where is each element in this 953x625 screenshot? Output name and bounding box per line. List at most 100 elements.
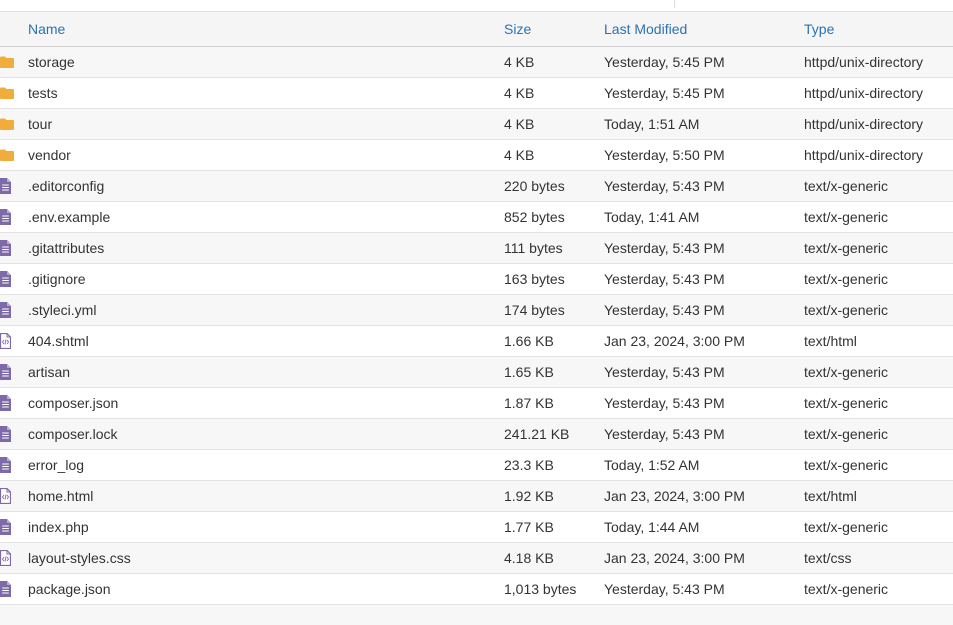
file-table: Name Size Last Modified Type storage 4 KB… [0,12,953,625]
table-row[interactable]: .env.example 852 bytes Today, 1:41 AM text/… [0,202,953,233]
file-name[interactable]: storage [28,47,75,77]
code-file-icon [0,543,20,573]
file-size: 163 bytes [504,271,565,287]
file-type: text/x-generic [804,426,889,442]
file-last-modified: Today, 1:44 AM [604,519,700,535]
file-name[interactable]: composer.json [28,388,118,418]
table-row[interactable]: layout-styles.css 4.18 KB Jan 23, 2024, 3:… [0,543,953,574]
file-last-modified: Yesterday, 5:43 PM [604,581,725,597]
file-name[interactable]: .gitattributes [28,233,104,263]
file-name[interactable]: tests [28,78,58,108]
file-name[interactable]: tour [28,109,52,139]
text-file-icon [0,264,20,294]
table-row[interactable]: composer.lock 241.21 KB Yesterday, 5:43 PM… [0,419,953,450]
column-header-last-modified[interactable]: Last Modified [604,12,687,46]
file-last-modified: Yesterday, 5:43 PM [604,302,725,318]
file-size: 174 bytes [504,302,565,318]
file-name[interactable]: layout-styles.css [28,543,131,573]
file-type: text/x-generic [804,209,889,225]
table-row[interactable]: artisan 1.65 KB Yesterday, 5:43 PM text/x-g… [0,357,953,388]
text-file-icon [0,512,20,542]
file-name[interactable]: .gitignore [28,264,86,294]
file-name[interactable]: .editorconfig [28,171,104,201]
table-header: Name Size Last Modified Type [0,12,953,47]
text-file-icon [0,202,20,232]
table-row[interactable]: .gitattributes 111 bytes Yesterday, 5:43 P… [0,233,953,264]
file-last-modified: Yesterday, 5:50 PM [604,147,725,163]
table-row[interactable]: composer.json 1.87 KB Yesterday, 5:43 PM te… [0,388,953,419]
file-last-modified: Today, 1:51 AM [604,116,700,132]
file-type: text/html [804,488,857,504]
file-last-modified: Jan 23, 2024, 3:00 PM [604,550,745,566]
file-type: text/x-generic [804,364,889,380]
text-file-icon [0,388,20,418]
file-type: text/x-generic [804,271,889,287]
file-size: 111 bytes [504,240,563,256]
text-file-icon [0,574,20,604]
file-type: text/x-generic [804,178,889,194]
file-name[interactable]: composer.lock [28,419,117,449]
column-header-size[interactable]: Size [504,12,531,46]
file-name[interactable]: .styleci.yml [28,295,96,325]
file-type: httpd/unix-directory [804,147,924,163]
file-last-modified: Today, 1:52 AM [604,457,700,473]
table-row[interactable]: .editorconfig 220 bytes Yesterday, 5:43 PM… [0,171,953,202]
file-size: 4 KB [504,147,535,163]
table-row[interactable]: tests 4 KB Yesterday, 5:45 PM httpd/unix-di… [0,78,953,109]
table-row[interactable]: error_log 23.3 KB Today, 1:52 AM text/x-gen… [0,450,953,481]
text-file-icon [0,419,20,449]
code-file-icon [0,481,20,511]
text-file-icon [0,171,20,201]
code-file-icon [0,326,20,356]
file-name[interactable]: error_log [28,450,84,480]
text-file-icon [0,233,20,263]
column-header-type[interactable]: Type [804,12,834,46]
folder-icon [0,47,20,77]
file-type: text/x-generic [804,457,889,473]
file-size: 1.77 KB [504,519,554,535]
file-last-modified: Yesterday, 5:43 PM [604,364,725,380]
table-row[interactable]: vendor 4 KB Yesterday, 5:50 PM httpd/unix-d… [0,140,953,171]
file-type: text/x-generic [804,519,889,535]
file-size: 1.65 KB [504,364,554,380]
column-header-name[interactable]: Name [28,12,65,46]
table-row[interactable]: tour 4 KB Today, 1:51 AM httpd/unix-directo… [0,109,953,140]
table-row[interactable]: 404.shtml 1.66 KB Jan 23, 2024, 3:00 PM tex… [0,326,953,357]
file-type: text/x-generic [804,581,889,597]
file-last-modified: Jan 23, 2024, 3:00 PM [604,488,745,504]
table-row[interactable]: index.php 1.77 KB Today, 1:44 AM text/x-gen… [0,512,953,543]
file-size: 4 KB [504,116,535,132]
folder-icon [0,78,20,108]
file-type: text/x-generic [804,395,889,411]
text-file-icon [0,357,20,387]
file-last-modified: Yesterday, 5:45 PM [604,85,725,101]
table-body: storage 4 KB Yesterday, 5:45 PM httpd/unix-… [0,47,953,605]
file-size: 23.3 KB [504,457,554,473]
file-size: 4 KB [504,85,535,101]
file-size: 852 bytes [504,209,565,225]
file-name[interactable]: .env.example [28,202,110,232]
file-last-modified: Yesterday, 5:43 PM [604,240,725,256]
file-size: 1.66 KB [504,333,554,349]
table-row[interactable]: .gitignore 163 bytes Yesterday, 5:43 PM tex… [0,264,953,295]
file-name[interactable]: artisan [28,357,70,387]
file-last-modified: Jan 23, 2024, 3:00 PM [604,333,745,349]
folder-icon [0,109,20,139]
file-type: text/x-generic [804,302,889,318]
file-name[interactable]: home.html [28,481,93,511]
file-size: 1.87 KB [504,395,554,411]
file-last-modified: Yesterday, 5:43 PM [604,426,725,442]
file-name[interactable]: index.php [28,512,89,542]
table-row[interactable]: .styleci.yml 174 bytes Yesterday, 5:43 PM t… [0,295,953,326]
file-size: 1.92 KB [504,488,554,504]
file-name[interactable]: 404.shtml [28,326,89,356]
table-row[interactable]: home.html 1.92 KB Jan 23, 2024, 3:00 PM tex… [0,481,953,512]
toolbar-divider [674,0,675,8]
file-name[interactable]: package.json [28,574,111,604]
table-row[interactable]: storage 4 KB Yesterday, 5:45 PM httpd/unix-… [0,47,953,78]
file-last-modified: Yesterday, 5:43 PM [604,271,725,287]
file-name[interactable]: vendor [28,140,71,170]
table-row[interactable]: package.json 1,013 bytes Yesterday, 5:43 P… [0,574,953,605]
file-last-modified: Yesterday, 5:43 PM [604,395,725,411]
file-type: text/css [804,550,852,566]
